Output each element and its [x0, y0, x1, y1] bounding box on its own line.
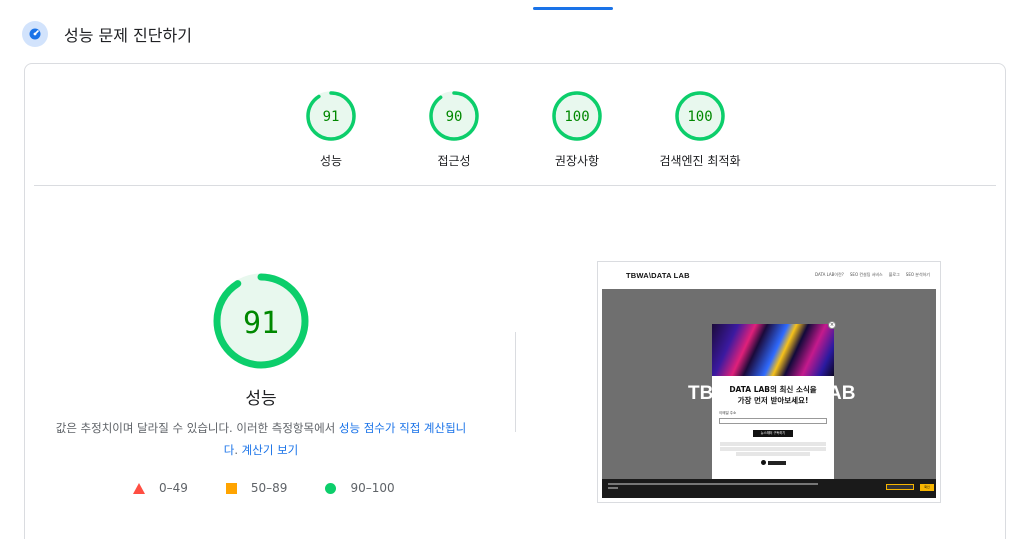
category-gauges: 91 성능 90 접근성 100 권장사항 100 검색엔진 최적화: [305, 90, 785, 200]
cookie-bar-text: [608, 483, 818, 489]
popup-fine-print: [720, 442, 826, 456]
divider: [34, 185, 996, 186]
popup-email-input: [719, 418, 827, 424]
active-tab-indicator: [533, 7, 613, 10]
screenshot-popup: × DATA LAB의 최신 소식을 가장 먼저 받아보세요! 이메일 주소 뉴…: [712, 321, 836, 484]
gauge-accessibility[interactable]: 90 접근성: [394, 90, 514, 169]
legend-average: 50–89: [225, 481, 288, 495]
popup-title: DATA LAB의 최신 소식을 가장 먼저 받아보세요!: [712, 384, 834, 406]
popup-banner-image: [712, 324, 834, 376]
main-gauge-ring: 91: [213, 273, 309, 369]
gauge-best-practices[interactable]: 100 권장사항: [517, 90, 637, 169]
popup-subscribe-button: 뉴스레터 구독하기: [753, 430, 793, 437]
close-icon: ×: [828, 321, 836, 329]
speedometer-icon: [22, 21, 48, 47]
gauge-ring: 100: [552, 91, 602, 141]
disclaimer-separator: .: [234, 443, 242, 457]
main-score-text: 91: [243, 306, 279, 341]
popup-title-line: 가장 먼저 받아보세요!: [737, 396, 809, 405]
gauge-ring: 91: [306, 91, 356, 141]
score-text: 91: [323, 109, 340, 125]
legend-range: 50–89: [250, 481, 288, 495]
gauge-label: 접근성: [437, 154, 471, 168]
legend-range: 0–49: [159, 481, 188, 495]
screenshot-cookie-bar: 확인: [602, 479, 936, 498]
score-legend: 0–49 50–89 90–100: [133, 481, 433, 495]
gauge-ring: 90: [429, 91, 479, 141]
brand-mark-icon: [760, 460, 766, 465]
final-screenshot: TBWA\DATA LAB DATA LAB이란? SEO 컨설팅 서비스 블로…: [597, 261, 941, 503]
popup-email-label: 이메일 주소: [719, 411, 737, 415]
cookie-settings-button: [886, 484, 914, 490]
circle-pass-icon: [325, 482, 337, 494]
triangle-fail-icon: [133, 482, 145, 494]
score-text: 100: [564, 109, 589, 125]
legend-range: 90–100: [350, 481, 395, 495]
main-score-gauge: 91: [211, 271, 311, 371]
legend-fail: 0–49: [133, 481, 188, 495]
legend-pass: 90–100: [325, 481, 395, 495]
screenshot-menu-item: DATA LAB이란?: [815, 272, 844, 277]
score-text: 90: [446, 109, 463, 125]
calculator-link[interactable]: 계산기 보기: [242, 443, 299, 457]
screenshot-menu-item: SEO 분석하기: [905, 272, 930, 277]
screenshot-menu: DATA LAB이란? SEO 컨설팅 서비스 블로그 SEO 분석하기: [809, 272, 930, 278]
screenshot-hero: TBW AB × DATA LAB의 최신 소식을 가장 먼저 받아보세요! 이…: [602, 289, 936, 484]
gauge-label: 권장사항: [554, 154, 600, 168]
square-average-icon: [225, 482, 237, 494]
screenshot-nav: TBWA\DATA LAB DATA LAB이란? SEO 컨설팅 서비스 블로…: [598, 262, 940, 289]
screenshot-menu-item: SEO 컨설팅 서비스: [849, 272, 883, 277]
disclaimer-text: 값은 추정치이며 달라질 수 있습니다. 이러한 측정항목에서: [55, 421, 339, 435]
gauge-ring: 100: [675, 91, 725, 141]
gauge-label: 검색엔진 최적화: [659, 154, 741, 168]
gauge-label: 성능: [319, 154, 343, 168]
section-header: 성능 문제 진단하기: [22, 20, 192, 48]
popup-title-line: DATA LAB의 최신 소식을: [729, 385, 817, 394]
popup-brand-logo: [753, 460, 793, 465]
cookie-accept-button: 확인: [920, 484, 934, 491]
score-disclaimer: 값은 추정치이며 달라질 수 있습니다. 이러한 측정항목에서 성능 점수가 직…: [53, 417, 469, 461]
screenshot-menu-item: 블로그: [888, 272, 900, 277]
section-title: 성능 문제 진단하기: [64, 26, 192, 45]
vertical-divider: [515, 332, 516, 432]
gauge-performance[interactable]: 91 성능: [271, 90, 391, 169]
score-text: 100: [687, 109, 712, 125]
screenshot-logo: TBWA\DATA LAB: [626, 271, 690, 280]
gauge-seo[interactable]: 100 검색엔진 최적화: [640, 90, 760, 169]
report-card: 91 성능 90 접근성 100 권장사항 100 검색엔진 최적화 91 성능…: [24, 63, 1006, 539]
main-score-label: 성능: [245, 389, 277, 409]
